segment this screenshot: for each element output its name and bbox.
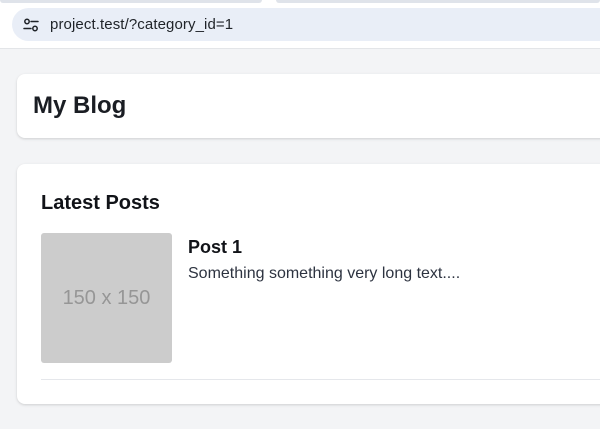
tune-icon[interactable]	[16, 10, 46, 40]
browser-toolbar: project.test/?category_id=1	[0, 0, 600, 49]
post-title[interactable]: Post 1	[188, 237, 242, 258]
site-header: My Blog	[17, 74, 600, 138]
post-item[interactable]: 150 x 150 Post 1 Something something ver…	[41, 233, 600, 363]
address-bar[interactable]: project.test/?category_id=1	[12, 8, 600, 41]
site-title[interactable]: My Blog	[33, 92, 126, 120]
thumbnail-placeholder-text: 150 x 150	[62, 286, 151, 309]
url-text[interactable]: project.test/?category_id=1	[50, 16, 233, 33]
page-content: My Blog Latest Posts 150 x 150 Post 1 So…	[0, 49, 600, 429]
divider	[41, 379, 600, 380]
section-title: Latest Posts	[41, 192, 160, 214]
post-thumbnail[interactable]: 150 x 150	[41, 233, 172, 363]
browser-tab[interactable]	[0, 0, 262, 3]
browser-tab[interactable]	[276, 0, 600, 3]
post-excerpt: Something something very long text....	[188, 265, 461, 282]
latest-posts-section: Latest Posts 150 x 150 Post 1 Something …	[17, 164, 600, 404]
